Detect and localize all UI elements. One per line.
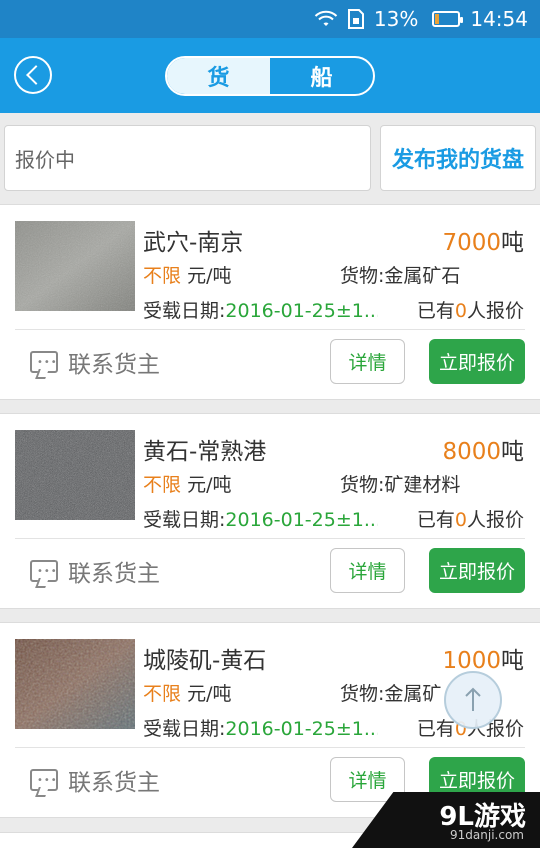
loading-date: 受载日期:2016-01-25±1... — [143, 300, 378, 322]
quote-now-button[interactable]: 立即报价 — [429, 339, 525, 384]
freight-price: 不限 元/吨 — [143, 474, 232, 496]
quote-now-button[interactable]: 立即报价 — [429, 548, 525, 593]
route: 黄石-常熟港 — [143, 439, 267, 465]
chat-icon: ••• — [30, 769, 58, 791]
status-bar: 13% 14:54 — [0, 0, 540, 38]
sim-icon — [347, 9, 364, 29]
cargo-card[interactable]: 武穴-南京 7000吨 不限 元/吨 货物:金属矿石 受载日期:2016-01-… — [0, 204, 540, 400]
publish-cargo-button[interactable]: 发布我的货盘 — [380, 125, 536, 191]
tab-ship[interactable]: 船 — [270, 58, 373, 94]
segment-control: 货 船 — [165, 56, 375, 96]
loading-date: 受载日期:2016-01-25±1... — [143, 718, 378, 740]
cargo-thumbnail — [15, 221, 135, 311]
freight-price: 不限 元/吨 — [143, 265, 232, 287]
back-button[interactable] — [14, 56, 52, 94]
contact-shipper-button[interactable]: ••• 联系货主 — [30, 345, 160, 379]
clock: 14:54 — [470, 7, 528, 31]
weight: 7000吨 — [442, 230, 524, 256]
freight-price: 不限 元/吨 — [143, 683, 232, 705]
contact-shipper-button[interactable]: ••• 联系货主 — [30, 763, 160, 797]
detail-button[interactable]: 详情 — [330, 548, 405, 593]
wifi-icon — [314, 10, 338, 28]
offer-count: 已有0人报价 — [416, 300, 524, 322]
status-filter-input[interactable]: 报价中 — [4, 125, 371, 191]
arrow-up-icon — [465, 687, 481, 711]
loading-date: 受载日期:2016-01-25±1... — [143, 509, 378, 531]
cargo-type: 货物:矿建材料 — [340, 474, 461, 496]
divider — [15, 747, 525, 748]
chat-icon: ••• — [30, 351, 58, 373]
battery-icon — [428, 11, 464, 27]
scroll-to-top-button[interactable] — [444, 671, 502, 729]
chat-icon: ••• — [30, 560, 58, 582]
app-header: 货 船 — [0, 38, 540, 113]
route: 城陵矶-黄石 — [143, 648, 267, 674]
weight: 8000吨 — [442, 439, 524, 465]
weight: 1000吨 — [442, 648, 524, 674]
detail-button[interactable]: 详情 — [330, 339, 405, 384]
divider — [15, 329, 525, 330]
battery-percent: 13% — [373, 7, 419, 31]
filter-row: 报价中 发布我的货盘 — [0, 113, 540, 203]
cargo-thumbnail — [15, 430, 135, 520]
route: 武穴-南京 — [143, 230, 244, 256]
divider — [15, 538, 525, 539]
cargo-type: 货物:金属矿 — [340, 683, 442, 705]
cargo-type: 货物:金属矿石 — [340, 265, 461, 287]
tab-cargo[interactable]: 货 — [167, 58, 270, 94]
offer-count: 已有0人报价 — [416, 509, 524, 531]
cargo-card[interactable]: 黄石-常熟港 8000吨 不限 元/吨 货物:矿建材料 受载日期:2016-01… — [0, 413, 540, 609]
cargo-thumbnail — [15, 639, 135, 729]
contact-shipper-button[interactable]: ••• 联系货主 — [30, 554, 160, 588]
